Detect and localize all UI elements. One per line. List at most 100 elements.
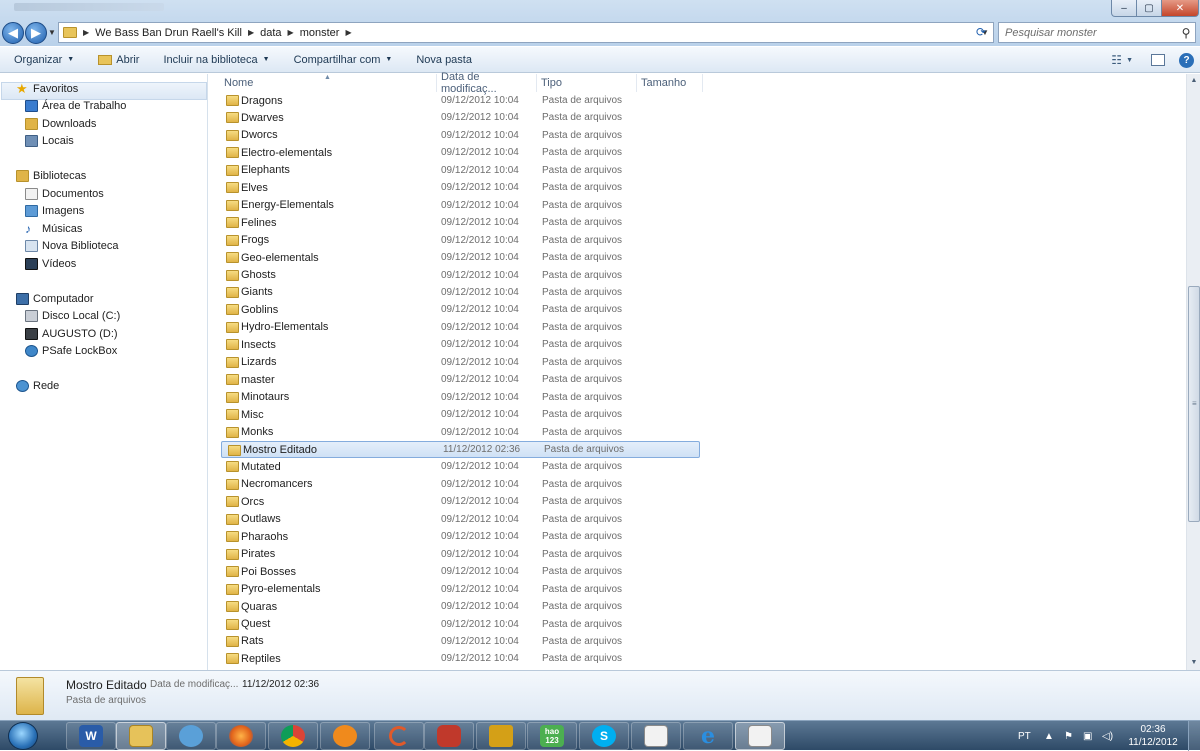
show-desktop-button[interactable] — [1188, 721, 1200, 751]
breadcrumb-chevron-icon[interactable]: ▶ — [288, 28, 294, 37]
file-row[interactable]: Hydro-Elementals 09/12/2012 10:04 Pasta de… — [220, 319, 700, 336]
file-row[interactable]: Dwarves 09/12/2012 10:04 Pasta de arquivos — [220, 109, 700, 126]
view-options-dropdown[interactable]: ▼ — [1126, 57, 1133, 64]
action-center-flag-icon[interactable]: ⚑ — [1064, 721, 1073, 751]
nav-documents[interactable]: Documentos — [25, 188, 104, 200]
help-icon[interactable]: ? — [1179, 52, 1194, 68]
file-row[interactable]: master 09/12/2012 10:04 Pasta de arquivos — [220, 371, 700, 388]
show-hidden-icons-icon[interactable]: ▲ — [1044, 721, 1054, 751]
file-row[interactable]: Giants 09/12/2012 10:04 Pasta de arquivos — [220, 284, 700, 301]
nav-videos[interactable]: Vídeos — [25, 258, 76, 270]
column-header-type[interactable]: Tipo — [537, 74, 637, 92]
minimize-button[interactable]: ‒ — [1111, 0, 1137, 17]
file-row[interactable]: Insects 09/12/2012 10:04 Pasta de arquivos — [220, 336, 700, 353]
recent-pages-dropdown[interactable]: ▼ — [48, 28, 56, 37]
file-row[interactable]: Mutated 09/12/2012 10:04 Pasta de arquivos — [220, 458, 700, 475]
file-row[interactable]: Mostro Editado 11/12/2012 02:36 Pasta de a… — [221, 441, 700, 458]
open-button[interactable]: Abrir — [98, 54, 139, 66]
close-button[interactable]: ✕ — [1161, 0, 1199, 17]
volume-icon[interactable]: ◁) — [1102, 721, 1113, 751]
file-row[interactable]: Rats 09/12/2012 10:04 Pasta de arquivos — [220, 633, 700, 650]
file-row[interactable]: Pyro-elementals 09/12/2012 10:04 Pasta de … — [220, 581, 700, 598]
file-row[interactable]: Minotaurs 09/12/2012 10:04 Pasta de arquiv… — [220, 389, 700, 406]
vertical-scrollbar[interactable]: ▲ ≡ ▼ — [1186, 74, 1200, 670]
address-bar[interactable]: ▶ We Bass Ban Drun Raell's Kill ▶ data ▶… — [58, 22, 994, 43]
nav-network[interactable]: Rede — [16, 380, 59, 392]
search-icon[interactable]: ⚲ — [1177, 26, 1195, 40]
file-row[interactable]: Lizards 09/12/2012 10:04 Pasta de arquivos — [220, 354, 700, 371]
nav-local-disk[interactable]: Disco Local (C:) — [25, 310, 120, 322]
file-row[interactable]: Quest 09/12/2012 10:04 Pasta de arquivos — [220, 616, 700, 633]
file-row[interactable]: Outlaws 09/12/2012 10:04 Pasta de arquivos — [220, 511, 700, 528]
search-input[interactable]: Pesquisar monster ⚲ — [998, 22, 1196, 43]
include-in-library-menu[interactable]: Incluir na biblioteca ▼ — [163, 54, 269, 66]
start-button[interactable] — [8, 722, 38, 750]
breadcrumb-item[interactable]: data — [260, 27, 281, 39]
taskbar-loading-app[interactable] — [374, 722, 424, 750]
breadcrumb-item[interactable]: We Bass Ban Drun Raell's Kill — [95, 27, 242, 39]
taskbar-hao123[interactable]: hao 123 — [527, 722, 577, 750]
breadcrumb-chevron-icon[interactable]: ▶ — [83, 28, 89, 37]
system-clock[interactable]: 02:36 11/12/2012 — [1124, 723, 1182, 749]
file-row[interactable]: Monks 09/12/2012 10:04 Pasta de arquivos — [220, 424, 700, 441]
taskbar-paint-active[interactable] — [735, 722, 785, 750]
refresh-icon[interactable]: ⟳ — [972, 25, 990, 40]
taskbar-word[interactable]: W — [66, 722, 116, 750]
file-row[interactable]: Geo-elementals 09/12/2012 10:04 Pasta de a… — [220, 249, 700, 266]
nav-music[interactable]: ♪ Músicas — [25, 223, 82, 235]
file-row[interactable]: Dworcs 09/12/2012 10:04 Pasta de arquivos — [220, 127, 700, 144]
file-row[interactable]: Felines 09/12/2012 10:04 Pasta de arquivos — [220, 214, 700, 231]
scrollbar-thumb[interactable]: ≡ — [1188, 286, 1200, 522]
new-folder-button[interactable]: Nova pasta — [416, 54, 472, 66]
forward-button[interactable]: ▶ — [25, 22, 47, 44]
breadcrumb-item[interactable]: monster — [300, 27, 340, 39]
nav-computer[interactable]: Computador — [16, 293, 94, 305]
file-row[interactable]: Necromancers 09/12/2012 10:04 Pasta de arq… — [220, 476, 700, 493]
preview-pane-icon[interactable] — [1151, 54, 1165, 66]
maximize-button[interactable]: ▢ — [1136, 0, 1162, 17]
taskbar-skype[interactable]: S — [579, 722, 629, 750]
nav-psafe-lockbox[interactable]: PSafe LockBox — [25, 345, 117, 357]
taskbar-firefox[interactable] — [216, 722, 266, 750]
taskbar-explorer[interactable] — [116, 722, 166, 750]
language-indicator[interactable]: PT — [1018, 721, 1031, 751]
scroll-up-icon[interactable]: ▲ — [1188, 74, 1200, 88]
file-row[interactable]: Electro-elementals 09/12/2012 10:04 Pasta … — [220, 144, 700, 161]
file-row[interactable]: Reptiles 09/12/2012 10:04 Pasta de arquivo… — [220, 650, 700, 667]
taskbar-game-avatar[interactable] — [476, 722, 526, 750]
file-row[interactable]: Poi Bosses 09/12/2012 10:04 Pasta de arqui… — [220, 563, 700, 580]
taskbar-network-tool[interactable] — [166, 722, 216, 750]
network-status-icon[interactable]: ▣ — [1083, 721, 1092, 751]
scroll-down-icon[interactable]: ▼ — [1188, 656, 1200, 670]
file-row[interactable]: Pirates 09/12/2012 10:04 Pasta de arquivos — [220, 546, 700, 563]
nav-places[interactable]: Locais — [25, 135, 74, 147]
share-with-menu[interactable]: Compartilhar com ▼ — [294, 54, 393, 66]
taskbar-avast[interactable] — [320, 722, 370, 750]
taskbar-game[interactable] — [424, 722, 474, 750]
nav-desktop[interactable]: Área de Trabalho — [25, 100, 126, 112]
search-placeholder[interactable]: Pesquisar monster — [1005, 27, 1177, 39]
taskbar-paint[interactable] — [631, 722, 681, 750]
breadcrumb-chevron-icon[interactable]: ▶ — [248, 28, 254, 37]
file-row[interactable]: Dragons 09/12/2012 10:04 Pasta de arquivos — [220, 92, 700, 109]
file-row[interactable]: Ghosts 09/12/2012 10:04 Pasta de arquivos — [220, 267, 700, 284]
file-row[interactable]: Orcs 09/12/2012 10:04 Pasta de arquivos — [220, 493, 700, 510]
file-row[interactable]: Frogs 09/12/2012 10:04 Pasta de arquivos — [220, 232, 700, 249]
column-header-date[interactable]: Data de modificaç... — [437, 71, 537, 95]
nav-images[interactable]: Imagens — [25, 205, 84, 217]
breadcrumb-chevron-icon[interactable]: ▶ — [345, 28, 351, 37]
nav-new-library[interactable]: Nova Biblioteca — [25, 240, 118, 252]
file-row[interactable]: Quaras 09/12/2012 10:04 Pasta de arquivos — [220, 598, 700, 615]
file-row[interactable]: Elephants 09/12/2012 10:04 Pasta de arquiv… — [220, 162, 700, 179]
file-row[interactable]: Energy-Elementals 09/12/2012 10:04 Pasta d… — [220, 197, 700, 214]
file-row[interactable]: Elves 09/12/2012 10:04 Pasta de arquivos — [220, 179, 700, 196]
taskbar-chrome[interactable] — [268, 722, 318, 750]
nav-downloads[interactable]: Downloads — [25, 118, 96, 130]
organize-menu[interactable]: Organizar ▼ — [14, 54, 74, 66]
nav-favorites[interactable]: ★ Favoritos — [16, 82, 78, 95]
column-header-size[interactable]: Tamanho — [637, 74, 703, 92]
nav-libraries[interactable]: Bibliotecas — [16, 170, 86, 182]
file-row[interactable]: Misc 09/12/2012 10:04 Pasta de arquivos — [220, 406, 700, 423]
taskbar-internet-explorer[interactable]: e — [683, 722, 733, 750]
file-row[interactable]: Pharaohs 09/12/2012 10:04 Pasta de arquivo… — [220, 528, 700, 545]
